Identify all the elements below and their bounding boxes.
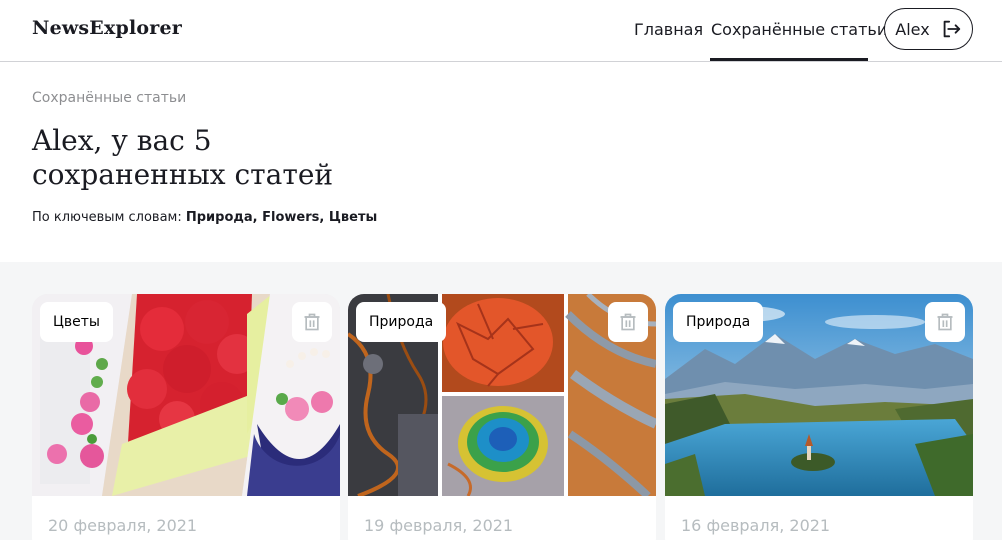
article-card[interactable]: Природа 16 февраля, 2021: [665, 294, 973, 554]
saved-articles-list: Цветы 20 февраля, 2021 Природа 19 феврал…: [0, 262, 1002, 554]
delete-article-button[interactable]: [292, 302, 332, 342]
active-nav-underline: [710, 58, 868, 61]
title-line-2: сохраненных статей: [32, 158, 334, 191]
page-title: Alex, у вас 5 сохраненных статей: [32, 124, 452, 192]
keywords-value: Природа, Flowers, Цветы: [185, 210, 378, 225]
logout-icon: [943, 20, 960, 38]
article-date: 19 февраля, 2021: [364, 516, 514, 535]
trash-icon: [304, 313, 320, 331]
keywords-summary: По ключевым словам: Природа, Flowers, Цв…: [32, 210, 377, 225]
keywords-label: По ключевым словам:: [32, 210, 186, 225]
article-date: 16 февраля, 2021: [681, 516, 831, 535]
delete-article-button[interactable]: [925, 302, 965, 342]
article-card[interactable]: Природа 19 февраля, 2021: [348, 294, 656, 554]
trash-icon: [620, 313, 636, 331]
page-breadcrumb: Сохранённые статьи: [32, 90, 187, 106]
article-keyword-tag: Цветы: [40, 302, 113, 342]
logo[interactable]: NewsExplorer: [32, 17, 182, 39]
nav-link-home[interactable]: Главная: [634, 20, 703, 39]
article-card[interactable]: Цветы 20 февраля, 2021: [32, 294, 340, 554]
trash-icon: [937, 313, 953, 331]
delete-article-button[interactable]: [608, 302, 648, 342]
site-header: NewsExplorer Главная Сохранённые статьи …: [0, 0, 1002, 62]
article-keyword-tag: Природа: [356, 302, 447, 342]
title-line-1: Alex, у вас 5: [32, 124, 212, 157]
article-date: 20 февраля, 2021: [48, 516, 198, 535]
article-keyword-tag: Природа: [673, 302, 764, 342]
user-name: Alex: [895, 19, 930, 39]
logout-button[interactable]: Alex: [884, 8, 973, 50]
nav-link-saved-articles[interactable]: Сохранённые статьи: [711, 20, 887, 39]
saved-articles-info: Сохранённые статьи Alex, у вас 5 сохране…: [0, 62, 1002, 262]
